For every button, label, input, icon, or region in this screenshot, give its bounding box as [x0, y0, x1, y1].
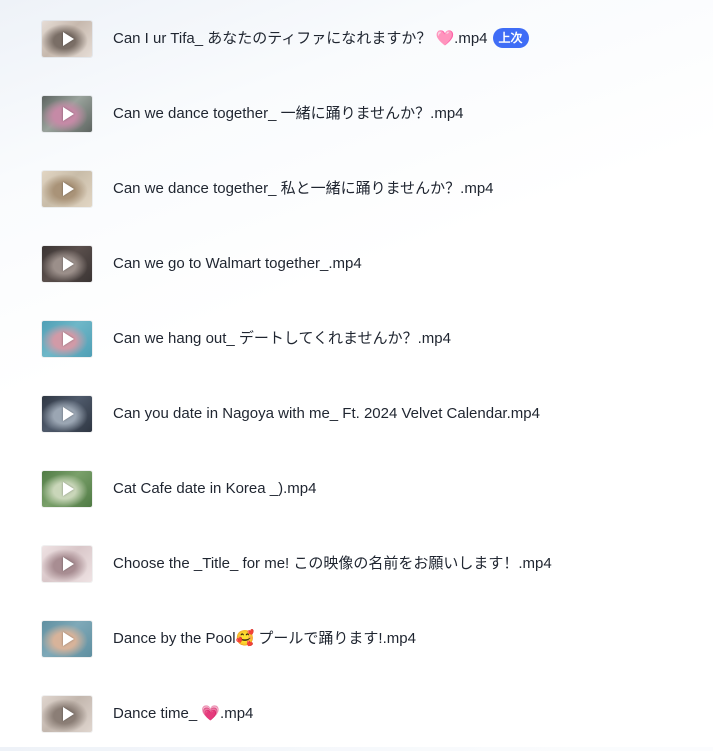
- play-icon: [63, 181, 74, 196]
- file-name-text: Cat Cafe date in Korea _).mp4: [113, 479, 317, 497]
- video-file-row[interactable]: Dance by the Pool🥰 プールで踊ります!.mp4: [0, 601, 713, 676]
- last-played-badge: 上次: [492, 28, 529, 48]
- video-file-row[interactable]: Can we go to Walmart together_.mp4: [0, 226, 713, 301]
- video-thumbnail[interactable]: [42, 20, 92, 57]
- file-name-text: Can we dance together_ 一緒に踊りませんか？.mp4: [113, 104, 464, 122]
- file-name-text: Dance by the Pool🥰 プールで踊ります!.mp4: [113, 629, 416, 647]
- video-file-name[interactable]: Choose the _Title_ for me! この映像の名前をお願いしま…: [113, 554, 552, 574]
- video-thumbnail[interactable]: [42, 95, 92, 132]
- video-thumbnail[interactable]: [42, 470, 92, 507]
- file-name-text: Can you date in Nagoya with me_ Ft. 2024…: [113, 404, 540, 422]
- play-icon: [63, 106, 74, 121]
- video-file-row[interactable]: Can I ur Tifa_ あなたのティファになれますか？ 🩷.mp4 上次: [0, 1, 713, 76]
- video-thumbnail[interactable]: [42, 620, 92, 657]
- video-file-name[interactable]: Dance by the Pool🥰 プールで踊ります!.mp4: [113, 629, 416, 649]
- video-file-name[interactable]: Dance time_ 💗.mp4: [113, 704, 253, 724]
- video-thumbnail[interactable]: [42, 320, 92, 357]
- play-icon: [63, 406, 74, 421]
- video-file-row[interactable]: Choose the _Title_ for me! この映像の名前をお願いしま…: [0, 526, 713, 601]
- video-thumbnail[interactable]: [42, 245, 92, 282]
- video-file-name[interactable]: Can you date in Nagoya with me_ Ft. 2024…: [113, 404, 540, 424]
- file-name-text: Can we dance together_ 私と一緒に踊りませんか？.mp4: [113, 179, 494, 197]
- file-name-text: Dance time_ 💗.mp4: [113, 704, 254, 722]
- play-icon: [63, 631, 74, 646]
- video-file-row[interactable]: Can we dance together_ 一緒に踊りませんか？.mp4: [0, 76, 713, 151]
- video-file-name[interactable]: Can we dance together_ 私と一緒に踊りませんか？.mp4: [113, 179, 494, 199]
- video-thumbnail[interactable]: [42, 170, 92, 207]
- play-icon: [63, 706, 74, 721]
- play-icon: [63, 31, 74, 46]
- file-name-text: Can I ur Tifa_ あなたのティファになれますか？ 🩷.mp4: [113, 30, 488, 47]
- video-file-name[interactable]: Can we hang out_ デートしてくれませんか？.mp4: [113, 329, 451, 349]
- play-icon: [63, 481, 74, 496]
- video-file-name[interactable]: Cat Cafe date in Korea _).mp4: [113, 479, 316, 499]
- video-file-name[interactable]: Can I ur Tifa_ あなたのティファになれますか？ 🩷.mp4 上次: [113, 28, 529, 49]
- video-file-name[interactable]: Can we dance together_ 一緒に踊りませんか？.mp4: [113, 104, 464, 124]
- video-thumbnail[interactable]: [42, 545, 92, 582]
- video-thumbnail[interactable]: [42, 395, 92, 432]
- video-thumbnail[interactable]: [42, 695, 92, 732]
- file-name-text: Can we hang out_ デートしてくれませんか？.mp4: [113, 329, 451, 347]
- video-file-row[interactable]: Dance time_ 💗.mp4: [0, 676, 713, 751]
- play-icon: [63, 331, 74, 346]
- video-file-row[interactable]: Cat Cafe date in Korea _).mp4: [0, 451, 713, 526]
- play-icon: [63, 256, 74, 271]
- file-name-text: Choose the _Title_ for me! この映像の名前をお願いしま…: [113, 554, 552, 572]
- video-file-row[interactable]: Can we hang out_ デートしてくれませんか？.mp4: [0, 301, 713, 376]
- video-file-name[interactable]: Can we go to Walmart together_.mp4: [113, 254, 362, 274]
- file-name-text: Can we go to Walmart together_.mp4: [113, 254, 362, 272]
- video-file-row[interactable]: Can you date in Nagoya with me_ Ft. 2024…: [0, 376, 713, 451]
- video-file-row[interactable]: Can we dance together_ 私と一緒に踊りませんか？.mp4: [0, 151, 713, 226]
- play-icon: [63, 556, 74, 571]
